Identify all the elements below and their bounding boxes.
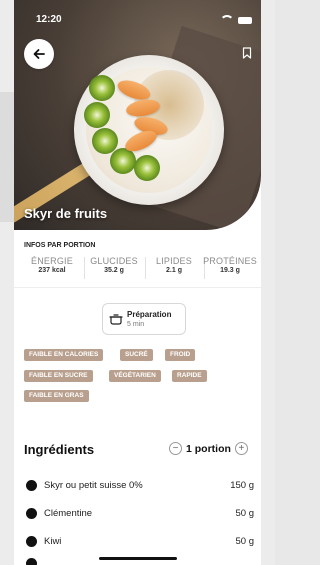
tag-low-sugar: FAIBLE EN SUCRE <box>24 370 93 382</box>
ingredient-name: Clémentine <box>44 508 93 519</box>
right-background-panel <box>261 0 275 565</box>
recipe-hero-image: 12:20 Skyr de fruits <box>14 0 261 230</box>
tag-cold: FROID <box>165 349 196 361</box>
recipe-screen: 12:20 Skyr de fruits INFOS PAR PORTION É… <box>14 0 261 565</box>
nutrient-label: ÉNERGIE <box>31 256 73 266</box>
tag-vegetarian: VÉGÉTARIEN <box>109 370 161 382</box>
nutrient-label: LIPIDES <box>156 256 192 266</box>
back-button[interactable] <box>24 39 54 69</box>
tag-quick: RAPIDE <box>172 370 207 382</box>
info-header: INFOS PAR PORTION <box>24 242 96 249</box>
ingredient-row: Skyr ou petit suisse 0% 150 g <box>24 478 254 494</box>
preparation-time: 5 min <box>127 321 145 328</box>
battery-icon <box>238 16 252 24</box>
section-divider <box>14 287 261 288</box>
nutrient-value: 237 kcal <box>38 267 66 274</box>
arrow-left-icon <box>33 49 45 59</box>
portion-selector: − 1 portion + <box>169 442 248 455</box>
nutrient-energy: ÉNERGIE 237 kcal <box>22 256 82 274</box>
nutrient-value: 2.1 g <box>166 267 182 274</box>
tag-sweet: SUCRÉ <box>120 349 153 361</box>
ingredient-row: Kiwi 50 g <box>24 534 254 550</box>
increase-portion-button[interactable]: + <box>234 442 248 455</box>
nutrient-protein: PROTÉINES 19.3 g <box>200 256 260 274</box>
preparation-card: Préparation 5 min <box>102 303 186 335</box>
tag-low-calorie: FAIBLE EN CALORIES <box>24 349 104 361</box>
status-icons <box>220 15 252 25</box>
left-background-band <box>0 92 14 222</box>
status-time: 12:20 <box>36 14 62 25</box>
nutrient-label: GLUCIDES <box>90 256 138 266</box>
ingredient-quantity: 50 g <box>235 508 255 519</box>
ingredient-bullet-icon <box>26 536 37 547</box>
portion-count: 1 portion <box>186 442 231 455</box>
wifi-icon <box>220 15 234 25</box>
ingredient-name: Skyr ou petit suisse 0% <box>44 480 143 491</box>
ingredient-name: Kiwi <box>44 536 62 547</box>
kiwi-slice <box>134 155 160 181</box>
recipe-title: Skyr de fruits <box>24 206 108 221</box>
bookmark-button[interactable] <box>242 46 252 64</box>
ingredient-quantity: 50 g <box>235 536 255 547</box>
tag-low-fat: FAIBLE EN GRAS <box>24 390 89 402</box>
home-indicator[interactable] <box>99 557 177 560</box>
preparation-label: Préparation <box>127 310 172 319</box>
bookmark-icon <box>242 47 252 59</box>
ingredient-bullet-icon <box>26 558 37 565</box>
decrease-portion-button[interactable]: − <box>169 442 182 455</box>
ingredients-title: Ingrédients <box>24 442 95 457</box>
nutrient-value: 35.2 g <box>104 267 124 274</box>
kiwi-slice <box>89 75 115 101</box>
kiwi-slice <box>110 148 136 174</box>
nutrient-value: 19.3 g <box>220 267 240 274</box>
nutrient-label: PROTÉINES <box>203 256 257 266</box>
nutrient-fat: LIPIDES 2.1 g <box>144 256 204 274</box>
ingredient-row: Clémentine 50 g <box>24 506 254 522</box>
ingredient-bullet-icon <box>26 480 37 491</box>
nutrient-carbs: GLUCIDES 35.2 g <box>84 256 144 274</box>
ingredient-quantity: 150 g <box>230 480 254 491</box>
cooking-pot-icon <box>109 314 123 325</box>
left-background-panel <box>0 0 14 565</box>
kiwi-slice <box>84 102 110 128</box>
ingredient-bullet-icon <box>26 508 37 519</box>
